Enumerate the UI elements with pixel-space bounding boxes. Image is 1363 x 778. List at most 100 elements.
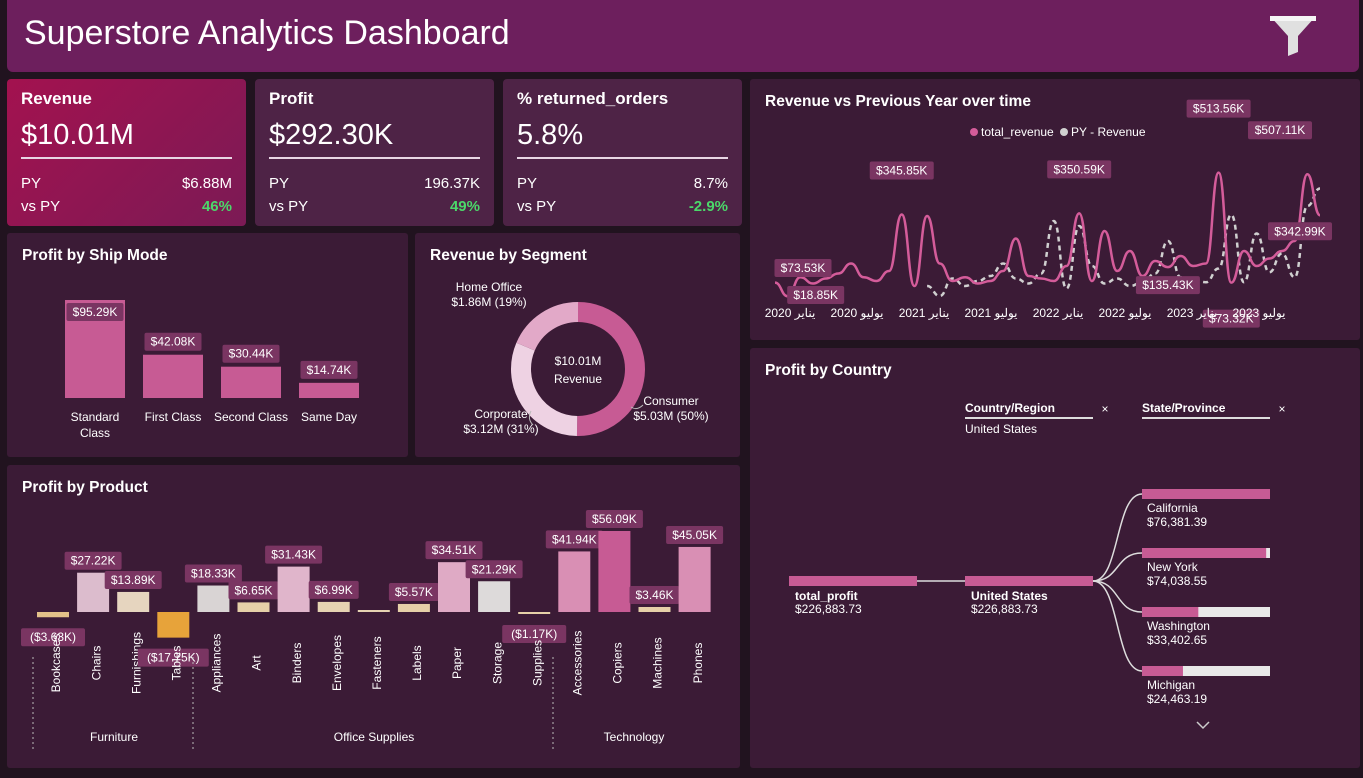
product-bar[interactable] — [357, 610, 390, 612]
product-group-label: Furniture — [90, 730, 138, 744]
segment-category-label: Consumer — [643, 394, 698, 408]
kpi-py-label: PY — [269, 175, 290, 192]
kpi-vs-label: vs PY — [517, 198, 557, 215]
ship-category-label: Second Class — [214, 410, 288, 424]
product-data-label: $56.09K — [592, 512, 637, 526]
product-bar[interactable] — [598, 531, 631, 612]
tree-root-bar[interactable] — [789, 576, 917, 586]
kpi-title: Revenue — [21, 89, 92, 108]
tree-mid-bar[interactable] — [965, 576, 1093, 586]
kpi-vs-value: -2.9% — [688, 198, 728, 215]
tree-level-value: United States — [965, 422, 1037, 436]
product-bar[interactable] — [77, 572, 110, 612]
total-revenue-line — [774, 171, 1322, 298]
product-category-label: Machines — [651, 637, 665, 688]
product-group-label: Technology — [604, 730, 665, 744]
segment-donut-chart: $10.01M Revenue Consumer$5.03M (50%) Corpor… — [451, 280, 708, 436]
x-axis-tick-label: يناير 2023 — [1167, 306, 1218, 320]
product-bar[interactable] — [237, 602, 270, 612]
ship-bar[interactable] — [299, 382, 359, 398]
kpi-title: Profit — [269, 89, 314, 108]
product-bar[interactable] — [157, 612, 190, 638]
ship-data-label: $30.44K — [229, 347, 274, 361]
product-bar[interactable] — [438, 562, 470, 612]
product-bar[interactable] — [197, 585, 230, 612]
kpi-py-label: PY — [517, 175, 538, 192]
tree-state-label: Michigan — [1147, 678, 1195, 692]
line-data-label: $342.99K — [1274, 224, 1325, 238]
filter-funnel-icon[interactable] — [1262, 14, 1324, 56]
product-data-label: $45.05K — [672, 528, 717, 542]
kpi-title: % returned_orders — [517, 89, 669, 108]
line-data-label: $73.53K — [781, 261, 826, 275]
tree-state-value: $33,402.65 — [1147, 633, 1207, 647]
ship-data-label: $95.29K — [73, 305, 118, 319]
tree-root-value: $226,883.73 — [795, 602, 862, 616]
product-bar[interactable] — [518, 612, 551, 614]
segment-category-label: Corporate — [474, 407, 528, 421]
ship-bar[interactable] — [143, 354, 203, 398]
donut-center-label: Revenue — [554, 372, 602, 386]
kpi-divider — [517, 157, 728, 159]
legend-label: PY - Revenue — [1071, 125, 1146, 139]
line-data-label: $507.11K — [1255, 123, 1306, 137]
product-bar[interactable] — [317, 601, 350, 612]
product-panel: Profit by Product ($3.63K) Bookcases $27.2… — [7, 465, 740, 768]
product-category-label: Envelopes — [330, 635, 344, 691]
remove-level-icon[interactable]: × — [1101, 402, 1108, 416]
kpi-vs-label: vs PY — [21, 198, 61, 215]
segment-category-label: Home Office — [456, 280, 523, 294]
product-bar[interactable] — [117, 591, 150, 612]
product-category-label: Accessories — [570, 631, 584, 696]
product-category-label: Chairs — [89, 646, 103, 681]
py-revenue-line — [926, 187, 1321, 298]
product-category-label: Storage — [490, 642, 504, 684]
tree-connector — [1092, 552, 1143, 582]
product-bar[interactable] — [678, 546, 711, 612]
product-bar[interactable] — [558, 551, 591, 612]
kpi-vs-value: 46% — [201, 198, 232, 215]
tree-state-bar[interactable] — [1142, 666, 1183, 676]
tree-level-header: Country/Region — [965, 401, 1055, 415]
product-bar[interactable] — [478, 581, 511, 612]
country-panel: Profit by Country Country/Region × United … — [750, 348, 1360, 768]
decomposition-tree: Country/Region × United States State/Provin… — [789, 401, 1286, 730]
tree-state-label: California — [1147, 501, 1198, 515]
chevron-down-icon[interactable] — [1196, 721, 1210, 730]
segment-value-label: $1.86M (19%) — [451, 295, 526, 309]
tree-connector — [1092, 580, 1143, 613]
remove-level-icon[interactable]: × — [1278, 402, 1285, 416]
segment-slice[interactable] — [516, 302, 579, 351]
product-data-label: $18.33K — [191, 567, 236, 581]
product-bar[interactable] — [37, 612, 69, 618]
revenue-time-panel: Revenue vs Previous Year over time total… — [750, 79, 1360, 340]
product-bar[interactable] — [277, 566, 310, 612]
product-data-label: $31.43K — [271, 548, 316, 562]
tree-mid-value: $226,883.73 — [971, 602, 1038, 616]
product-category-label: Labels — [410, 645, 424, 680]
kpi-divider — [269, 157, 480, 159]
x-axis-tick-label: يوليو 2021 — [964, 306, 1017, 320]
product-bar[interactable] — [397, 603, 430, 612]
ship-bar[interactable] — [221, 366, 281, 398]
product-data-label: $13.89K — [111, 573, 156, 587]
product-bar[interactable] — [638, 607, 671, 612]
kpi-py-label: PY — [21, 175, 42, 192]
product-data-label: $5.57K — [395, 585, 433, 599]
tree-connector — [1092, 580, 1143, 672]
segment-slice[interactable] — [576, 302, 645, 436]
x-axis-tick-label: يناير 2022 — [1033, 306, 1084, 320]
kpi-value: $10.01M — [21, 119, 134, 151]
line-data-label: $513.56K — [1193, 102, 1244, 116]
tree-state-bar[interactable] — [1142, 489, 1270, 499]
product-category-label: Bookcases — [49, 634, 63, 693]
tree-state-bar[interactable] — [1142, 548, 1267, 558]
product-data-label: $21.29K — [472, 562, 517, 576]
tree-state-value: $76,381.39 — [1147, 515, 1207, 529]
line-data-label: $350.59K — [1053, 162, 1104, 176]
tree-state-bar[interactable] — [1142, 607, 1199, 617]
product-data-label: $6.65K — [234, 583, 272, 597]
donut-center-value: $10.01M — [555, 354, 602, 368]
tree-state-value: $24,463.19 — [1147, 692, 1207, 706]
product-category-label: Appliances — [210, 634, 224, 693]
